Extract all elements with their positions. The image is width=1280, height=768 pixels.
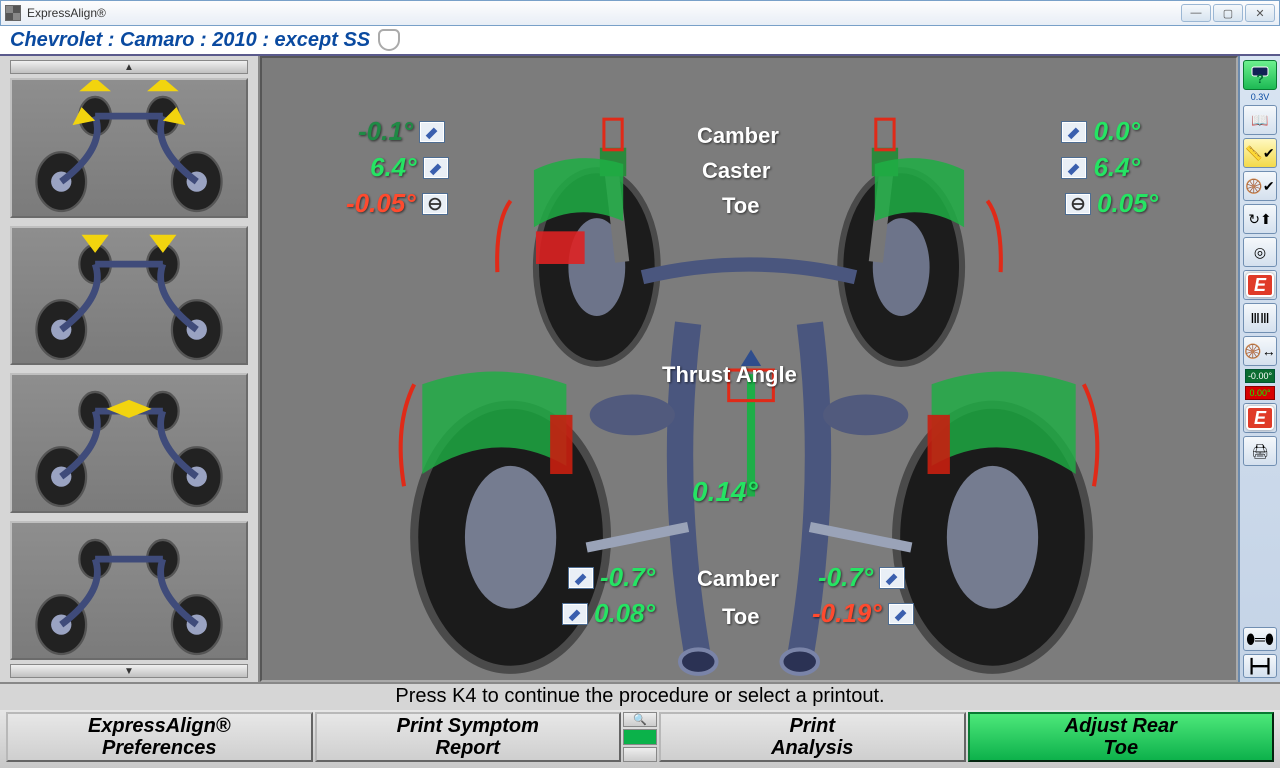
expressalign-button-2[interactable]: E [1243, 403, 1277, 433]
rear-right-camber: -0.7° [818, 562, 905, 593]
window-titlebar: ExpressAlign® — ▢ ✕ [0, 0, 1280, 26]
front-left-toe: -0.05° [346, 188, 448, 219]
app-icon [5, 5, 21, 21]
label-camber: Camber [697, 123, 779, 149]
status-text: Press K4 to continue the procedure or se… [395, 685, 884, 707]
mini-zoom-button[interactable]: 🔍 [623, 712, 657, 727]
print-button[interactable]: 🖨 [1243, 436, 1277, 466]
status-bar: Press K4 to continue the procedure or se… [0, 682, 1280, 710]
wrench-icon [1061, 157, 1087, 179]
steering-icon [422, 193, 448, 215]
help-camera-button[interactable]: ? [1243, 60, 1277, 90]
voltage-indicator: 0.3V [1251, 93, 1270, 102]
wrench-icon [1061, 121, 1087, 143]
axle-view-button[interactable]: ⅢⅢ [1243, 303, 1277, 333]
spec-book-button[interactable]: 📖 [1243, 105, 1277, 135]
wrench-icon [568, 567, 594, 589]
wrench-icon [423, 157, 449, 179]
maximize-button[interactable]: ▢ [1213, 4, 1243, 22]
procedure-thumb-rear[interactable] [10, 521, 248, 661]
steering-icon [1065, 193, 1091, 215]
rear-left-camber: -0.7° [568, 562, 655, 593]
procedure-thumb-front-camber[interactable] [10, 78, 248, 218]
vehicle-spec: Chevrolet : Camaro : 2010 : except SS [10, 29, 370, 52]
thumb-scroll-down[interactable]: ▼ [10, 664, 248, 678]
expressalign-button-1[interactable]: E [1243, 270, 1277, 300]
procedure-thumb-front-toe[interactable] [10, 373, 248, 513]
thumb-scroll-up[interactable]: ▲ [10, 60, 248, 74]
rear-left-toe: 0.08° [562, 598, 655, 629]
front-left-camber: -0.1° [358, 116, 445, 147]
tpms-icon [378, 29, 400, 51]
vehicle-header: Chevrolet : Camaro : 2010 : except SS [0, 26, 1280, 56]
sensor-setup-button[interactable]: 📏✔ [1243, 138, 1277, 168]
front-right-camber: 0.0° [1061, 116, 1140, 147]
wrench-icon [888, 603, 914, 625]
prefs-button[interactable]: ExpressAlign® Preferences [6, 712, 313, 762]
adjust-rear-toe-button[interactable]: Adjust Rear Toe [968, 712, 1275, 762]
steering-axle-button[interactable]: 🛞↔ [1243, 336, 1277, 366]
window-title: ExpressAlign® [27, 6, 106, 20]
label-rear-toe: Toe [722, 604, 759, 630]
thrust-angle-value: 0.14° [692, 476, 758, 508]
mini-extra-button[interactable] [623, 747, 657, 762]
print-symptom-button[interactable]: Print Symptom Report [315, 712, 622, 762]
print-analysis-button[interactable]: Print Analysis [659, 712, 966, 762]
label-rear-camber: Camber [697, 566, 779, 592]
wrench-icon [419, 121, 445, 143]
procedure-thumbnail-column: ▲ [0, 56, 260, 682]
minimize-button[interactable]: — [1181, 4, 1211, 22]
mini-neg-reading: -0.00° [1245, 369, 1275, 383]
right-toolstrip: ? 0.3V 📖 📏✔ 🛞✔ ↻⬆ ◎ E ⅢⅢ 🛞↔ -0.00° 0.00°… [1238, 56, 1280, 682]
target-button[interactable]: ◎ [1243, 237, 1277, 267]
front-axle-icon[interactable]: ⬮═⬮ [1243, 627, 1277, 651]
bottom-button-bar: ExpressAlign® Preferences Print Symptom … [0, 710, 1280, 768]
wrench-icon [879, 567, 905, 589]
front-left-caster: 6.4° [370, 152, 449, 183]
alignment-3d-view: Camber Caster Toe Thrust Angle -0.1° 6.4… [260, 56, 1238, 682]
mini-green-button[interactable] [623, 729, 657, 744]
svg-text:?: ? [1256, 72, 1263, 85]
wrench-icon [562, 603, 588, 625]
label-thrust: Thrust Angle [662, 362, 797, 388]
label-caster: Caster [702, 158, 770, 184]
rear-right-toe: -0.19° [812, 598, 914, 629]
refresh-button[interactable]: ↻⬆ [1243, 204, 1277, 234]
rear-axle-icon[interactable]: ┣━┫ [1243, 654, 1277, 678]
close-button[interactable]: ✕ [1245, 4, 1275, 22]
mini-pos-reading: 0.00° [1245, 386, 1275, 400]
front-right-caster: 6.4° [1061, 152, 1140, 183]
front-right-toe: 0.05° [1065, 188, 1158, 219]
steering-button[interactable]: 🛞✔ [1243, 171, 1277, 201]
label-toe: Toe [722, 193, 759, 219]
mini-button-column: 🔍 [623, 712, 657, 762]
procedure-thumb-front-caster[interactable] [10, 226, 248, 366]
